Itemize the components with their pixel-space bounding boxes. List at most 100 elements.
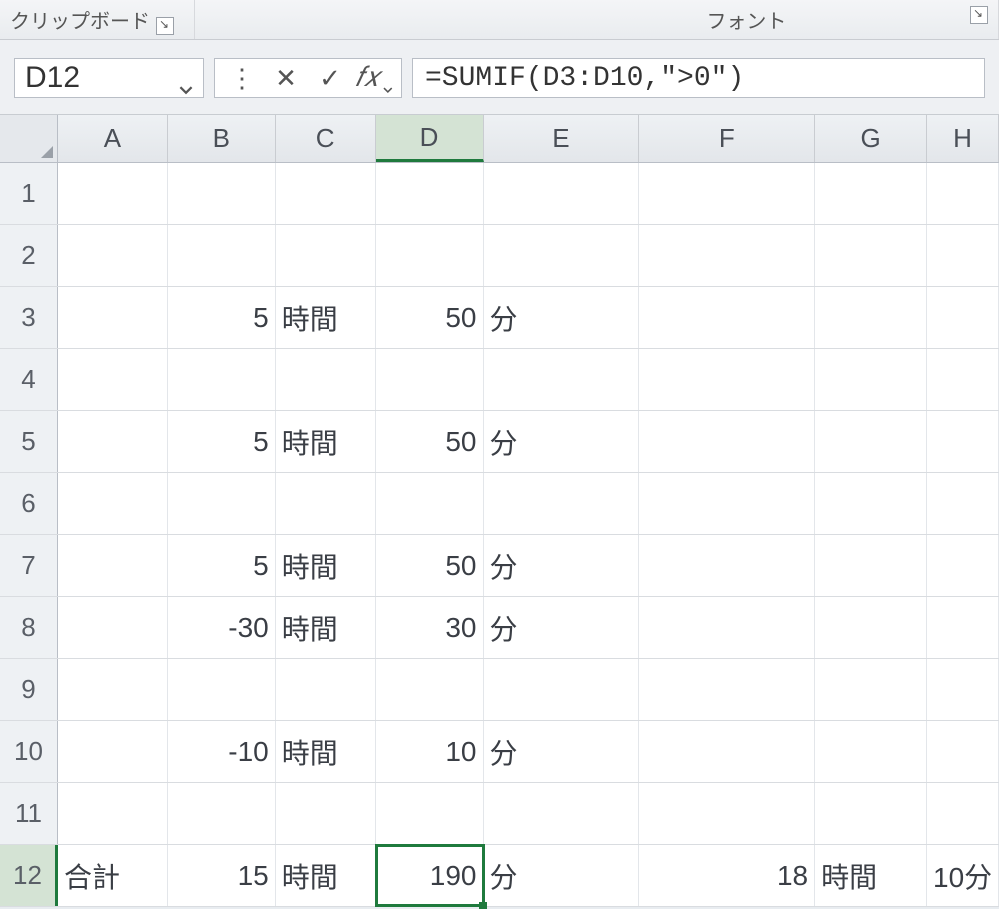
cell[interactable] <box>484 225 640 286</box>
cell[interactable] <box>58 721 168 782</box>
cell[interactable] <box>58 287 168 348</box>
cell[interactable] <box>168 349 276 410</box>
cell[interactable]: 分 <box>484 287 640 348</box>
cell[interactable]: 50 <box>376 411 484 472</box>
name-box[interactable]: D12 <box>14 58 204 98</box>
col-header-E[interactable]: E <box>484 115 640 162</box>
cell[interactable] <box>927 721 999 782</box>
col-header-G[interactable]: G <box>815 115 927 162</box>
cell[interactable] <box>639 287 815 348</box>
row-header[interactable]: 7 <box>0 535 58 596</box>
cell[interactable] <box>484 163 640 224</box>
cell[interactable]: 時間 <box>276 411 376 472</box>
active-cell[interactable]: 190 <box>376 845 484 906</box>
cell[interactable]: 分 <box>484 535 640 596</box>
cell[interactable] <box>639 225 815 286</box>
enter-icon[interactable]: ✓ <box>311 59 349 97</box>
row-header[interactable]: 10 <box>0 721 58 782</box>
cell[interactable] <box>276 163 376 224</box>
cell[interactable] <box>58 349 168 410</box>
cell[interactable] <box>376 659 484 720</box>
cell[interactable] <box>815 163 927 224</box>
cell[interactable] <box>484 659 640 720</box>
cell[interactable]: 50 <box>376 535 484 596</box>
cell[interactable]: 30 <box>376 597 484 658</box>
cell[interactable]: 5 <box>168 535 276 596</box>
cell[interactable] <box>484 349 640 410</box>
cell[interactable] <box>376 349 484 410</box>
cell[interactable] <box>639 411 815 472</box>
cell[interactable]: 時間 <box>276 721 376 782</box>
cell[interactable]: 時間 <box>815 845 927 906</box>
select-all-corner[interactable] <box>0 115 58 162</box>
cell[interactable] <box>815 411 927 472</box>
cell[interactable] <box>639 473 815 534</box>
cell[interactable] <box>927 287 999 348</box>
row-header[interactable]: 8 <box>0 597 58 658</box>
cell[interactable]: 18 <box>639 845 815 906</box>
cell[interactable] <box>168 473 276 534</box>
cell[interactable]: 10分 <box>927 845 999 906</box>
cell[interactable] <box>815 287 927 348</box>
cell[interactable] <box>927 225 999 286</box>
dialog-launcher-icon[interactable] <box>970 6 988 24</box>
cell[interactable] <box>58 473 168 534</box>
cancel-icon[interactable]: ✕ <box>267 59 305 97</box>
chevron-down-icon[interactable] <box>179 71 193 85</box>
cell[interactable]: 分 <box>484 845 640 906</box>
cell[interactable] <box>58 411 168 472</box>
row-header[interactable]: 9 <box>0 659 58 720</box>
cell[interactable]: 時間 <box>276 287 376 348</box>
cell[interactable] <box>276 659 376 720</box>
cell[interactable] <box>927 659 999 720</box>
cell[interactable] <box>168 659 276 720</box>
cell[interactable]: 分 <box>484 721 640 782</box>
more-icon[interactable]: ⋮ <box>223 59 261 97</box>
cell[interactable] <box>484 783 640 844</box>
cell[interactable] <box>639 597 815 658</box>
cell[interactable] <box>376 225 484 286</box>
col-header-F[interactable]: F <box>639 115 815 162</box>
cell[interactable] <box>639 721 815 782</box>
cell[interactable] <box>927 411 999 472</box>
col-header-C[interactable]: C <box>276 115 376 162</box>
cell[interactable]: 合計 <box>58 845 168 906</box>
col-header-B[interactable]: B <box>168 115 276 162</box>
cell[interactable] <box>276 225 376 286</box>
cell[interactable]: 時間 <box>276 535 376 596</box>
row-header[interactable]: 5 <box>0 411 58 472</box>
cell[interactable] <box>276 473 376 534</box>
cell[interactable] <box>639 783 815 844</box>
cell[interactable] <box>927 349 999 410</box>
cell[interactable] <box>58 535 168 596</box>
cell[interactable]: 時間 <box>276 597 376 658</box>
cell[interactable]: 分 <box>484 411 640 472</box>
cell[interactable]: 15 <box>168 845 276 906</box>
row-header[interactable]: 1 <box>0 163 58 224</box>
cell[interactable] <box>815 349 927 410</box>
cell[interactable] <box>927 163 999 224</box>
cell[interactable] <box>927 783 999 844</box>
cell[interactable] <box>815 473 927 534</box>
cell[interactable] <box>927 473 999 534</box>
row-header[interactable]: 4 <box>0 349 58 410</box>
cell[interactable] <box>168 163 276 224</box>
cell[interactable] <box>815 783 927 844</box>
cell[interactable] <box>58 163 168 224</box>
cell[interactable]: 5 <box>168 287 276 348</box>
cell[interactable] <box>376 163 484 224</box>
cell[interactable]: 分 <box>484 597 640 658</box>
cell[interactable]: 50 <box>376 287 484 348</box>
cell[interactable]: 10 <box>376 721 484 782</box>
cell[interactable]: 5 <box>168 411 276 472</box>
col-header-H[interactable]: H <box>927 115 999 162</box>
fx-icon[interactable]: 𝑓𝑥 <box>355 59 393 97</box>
cell[interactable]: -10 <box>168 721 276 782</box>
cell[interactable] <box>58 597 168 658</box>
cell[interactable] <box>276 349 376 410</box>
cell[interactable] <box>168 783 276 844</box>
col-header-D[interactable]: D <box>376 115 484 162</box>
cell[interactable] <box>927 535 999 596</box>
row-header[interactable]: 6 <box>0 473 58 534</box>
cell[interactable] <box>58 783 168 844</box>
